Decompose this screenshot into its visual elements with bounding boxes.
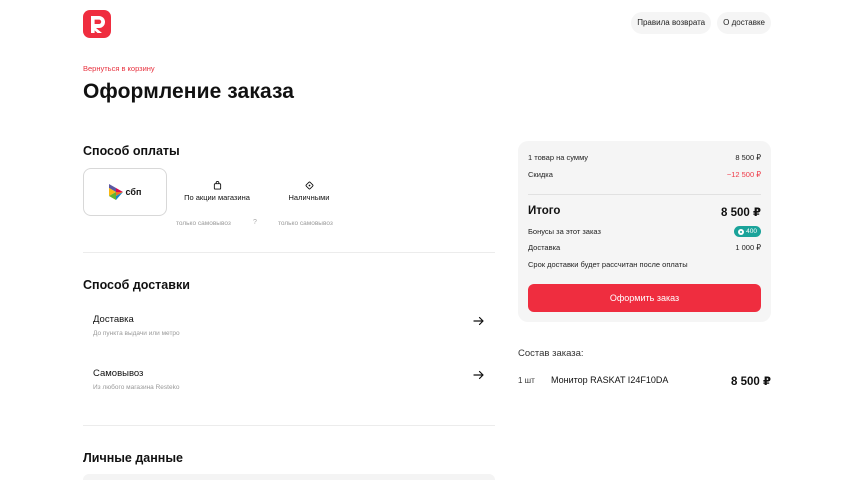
delivery-cost-label: Доставка [528, 243, 561, 252]
items-sum-label: 1 товар на сумму [528, 153, 589, 162]
bonus-row: Бонусы за этот заказ 400 [528, 226, 761, 237]
section-divider [83, 425, 495, 426]
summary-divider [528, 194, 761, 195]
delivery-option-desc: Из любого магазина Resteko [93, 384, 180, 391]
delivery-option-desc: До пункта выдачи или метро [93, 330, 180, 337]
personal-data-panel [83, 474, 495, 480]
delivery-info-link[interactable]: О доставке [717, 12, 771, 34]
order-summary: 1 товар на сумму 8 500 ₽ Скидка −12 500 … [518, 141, 771, 322]
total-value: 8 500 ₽ [721, 207, 761, 219]
bonus-label: Бонусы за этот заказ [528, 227, 601, 236]
discount-value: −12 500 ₽ [726, 170, 761, 179]
total-label: Итого [528, 205, 561, 217]
payment-option-label: По акции магазина [184, 193, 250, 202]
order-item: 1 шт Монитор RASKAT I24F10DA 8 500 ₽ [518, 374, 771, 390]
payment-option-label: Наличными [288, 193, 330, 202]
header-links: Правила возврата О доставке [631, 12, 771, 34]
discount-label: Скидка [528, 170, 553, 179]
delivery-section-title: Способ доставки [83, 278, 190, 292]
bonus-coin-icon [738, 228, 745, 235]
arrow-right-icon [473, 316, 484, 326]
return-policy-link[interactable]: Правила возврата [631, 12, 712, 34]
sbp-icon [108, 184, 123, 200]
delivery-option-courier[interactable]: Доставка До пункта выдачи или метро [83, 310, 495, 350]
order-item-price: 8 500 ₽ [731, 376, 771, 388]
bonus-badge: 400 [734, 226, 761, 237]
delivery-option-pickup[interactable]: Самовывоз Из любого магазина Resteko [83, 364, 495, 404]
place-order-button[interactable]: Оформить заказ [528, 284, 761, 312]
payment-options: сбп По акции магазина Наличными [83, 168, 351, 216]
delivery-option-name: Самовывоз [93, 368, 144, 379]
order-item-name: Монитор RASKAT I24F10DA [551, 375, 669, 385]
items-sum-value: 8 500 ₽ [735, 153, 761, 162]
sbp-label: сбп [125, 187, 142, 197]
arrow-right-icon [473, 370, 484, 380]
delivery-cost-row: Доставка 1 000 ₽ [528, 243, 761, 252]
payment-option-promo[interactable]: По акции магазина [175, 168, 259, 216]
payment-option-sbp[interactable]: сбп [83, 168, 167, 216]
items-sum-row: 1 товар на сумму 8 500 ₽ [528, 153, 761, 162]
delivery-note-row: Срок доставки будет рассчитан после опла… [528, 260, 761, 269]
bonus-value: 400 [746, 228, 757, 235]
cash-tag-icon [305, 181, 313, 190]
store-logo[interactable] [83, 10, 111, 38]
logo-r-icon [91, 16, 105, 33]
promo-pickup-note: только самовывоз [176, 220, 231, 227]
payment-option-cash[interactable]: Наличными [267, 168, 351, 216]
delivery-option-name: Доставка [93, 314, 134, 325]
delivery-cost-value: 1 000 ₽ [735, 243, 761, 252]
delivery-note: Срок доставки будет рассчитан после опла… [528, 260, 688, 269]
help-icon[interactable]: ? [253, 219, 257, 226]
total-row: Итого 8 500 ₽ [528, 205, 761, 219]
shopping-bag-icon [213, 181, 221, 190]
personal-section-title: Личные данные [83, 451, 183, 465]
discount-row: Скидка −12 500 ₽ [528, 170, 761, 179]
page-title: Оформление заказа [83, 80, 295, 103]
payment-section-title: Способ оплаты [83, 144, 180, 158]
order-item-qty: 1 шт [518, 376, 535, 385]
order-composition-title: Состав заказа: [518, 348, 584, 359]
section-divider [83, 252, 495, 253]
sbp-logo: сбп [108, 184, 142, 200]
back-to-cart-link[interactable]: Вернуться в корзину [83, 64, 155, 73]
cash-pickup-note: только самовывоз [278, 220, 333, 227]
